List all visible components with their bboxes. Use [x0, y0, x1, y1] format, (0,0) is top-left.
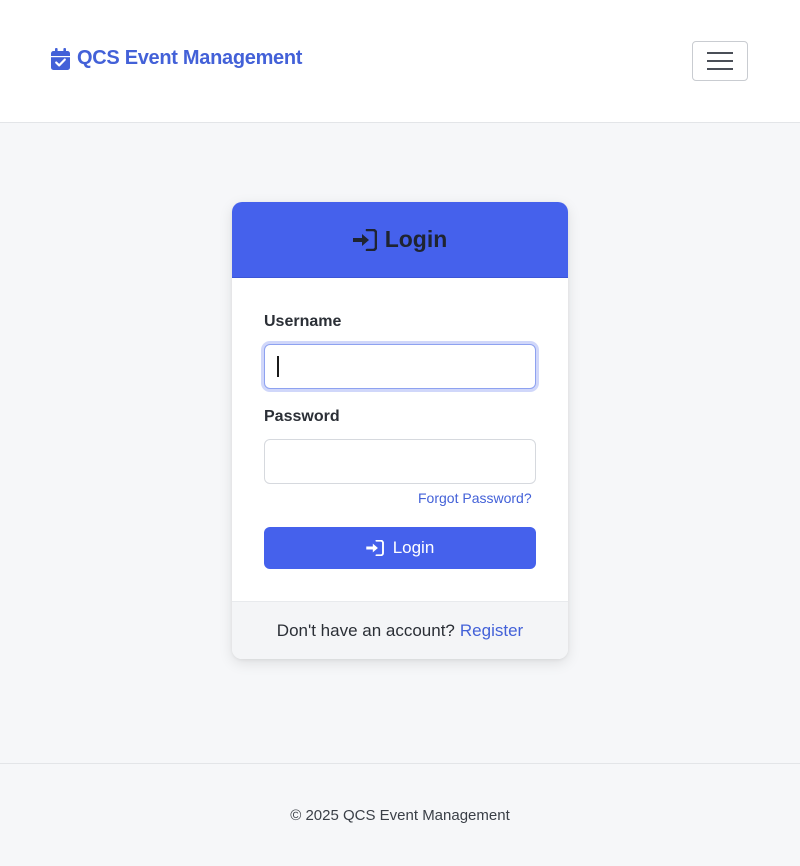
hamburger-menu-icon: [707, 52, 733, 70]
login-title: Login: [384, 226, 448, 252]
password-input[interactable]: [264, 439, 536, 484]
navbar: QCS Event Management: [0, 0, 800, 123]
login-card-footer: Don't have an account? Register: [232, 601, 568, 659]
navbar-toggle-button[interactable]: [692, 41, 748, 81]
sign-in-icon: [365, 540, 384, 556]
password-label: Password: [264, 408, 340, 425]
forgot-password-link[interactable]: Forgot Password?: [418, 490, 532, 506]
username-input[interactable]: [264, 344, 536, 389]
login-submit-label: Login: [392, 538, 435, 557]
login-card-header: Login: [232, 202, 568, 278]
page-footer: © 2025 QCS Event Management: [0, 763, 800, 866]
no-account-text: Don't have an account?: [276, 620, 455, 640]
brand-text: QCS Event Management: [77, 47, 303, 69]
login-card: Login Don't have an account? Register: [232, 202, 568, 659]
text-caret: [277, 356, 279, 377]
sign-in-icon: [352, 228, 377, 251]
login-submit-button[interactable]: Login: [264, 527, 536, 569]
brand-link[interactable]: QCS Event Management: [51, 47, 302, 70]
calendar-check-icon: [51, 47, 70, 70]
register-link[interactable]: Register: [460, 621, 523, 641]
username-label: Username: [264, 313, 342, 330]
copyright-text: © 2025 QCS Event Management: [290, 807, 510, 824]
